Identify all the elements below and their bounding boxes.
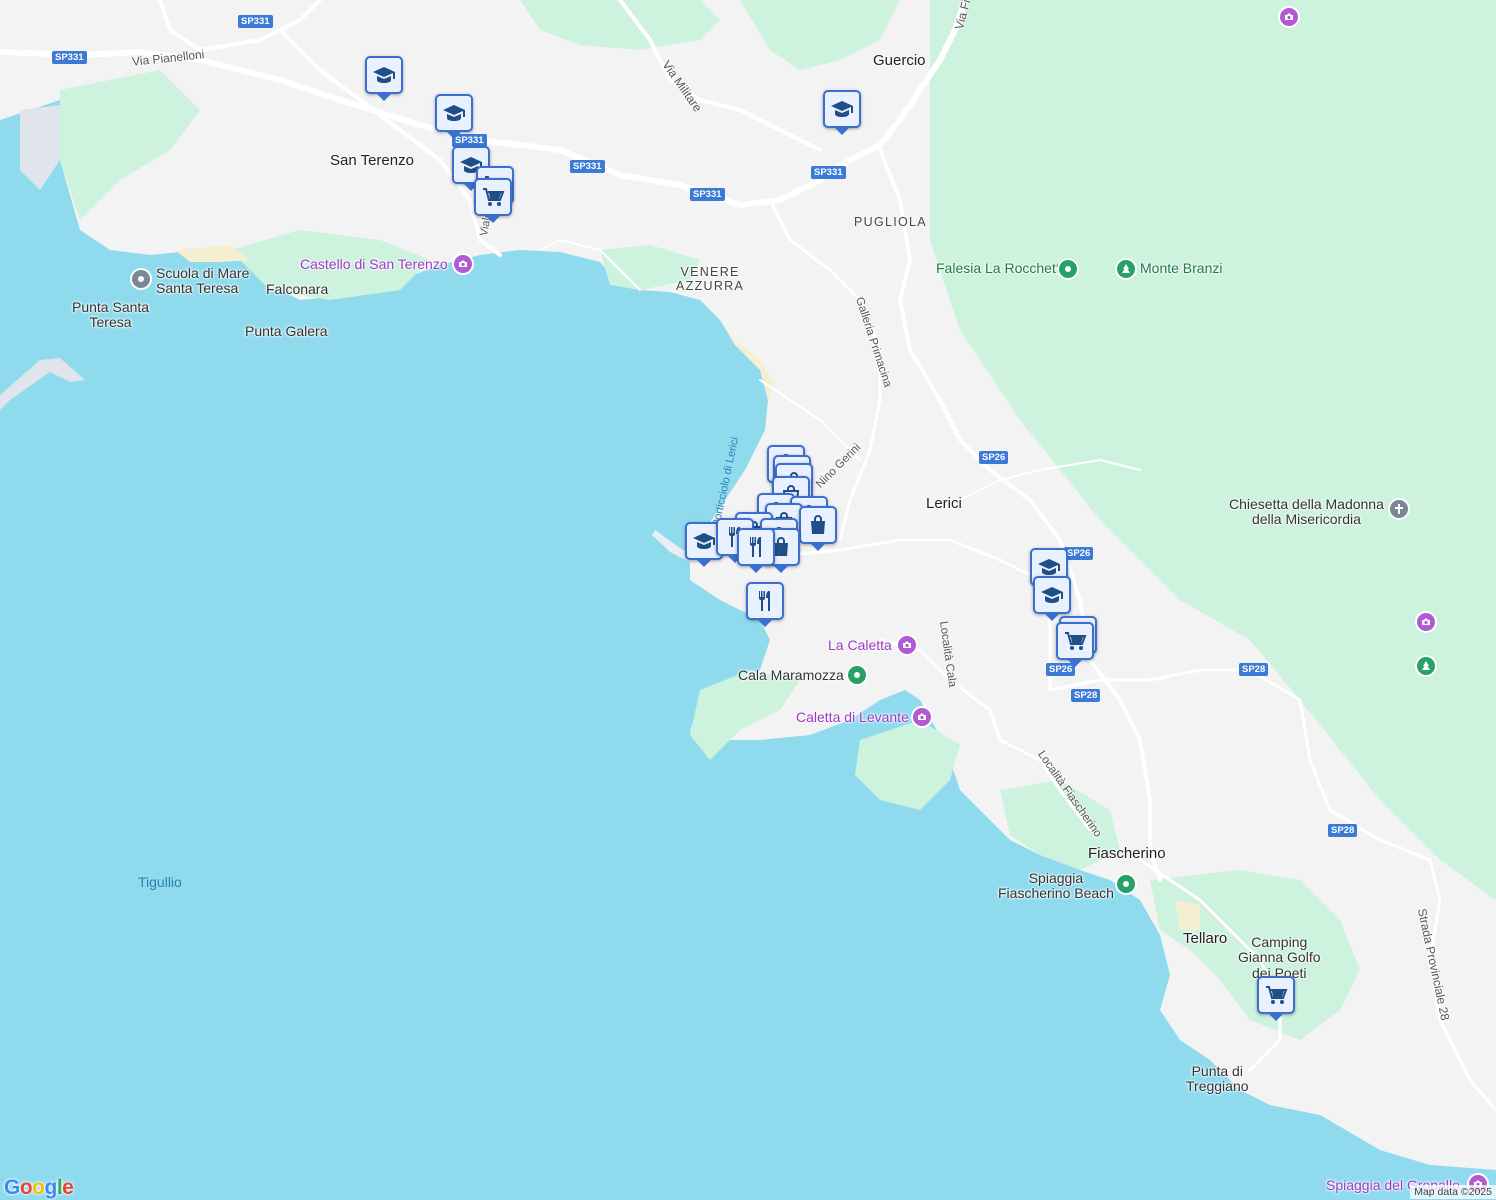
shop-marker[interactable] (1257, 976, 1295, 1021)
graduation-cap-icon (373, 67, 395, 83)
restaurant-marker[interactable] (746, 582, 784, 627)
route-shield-sp28: SP28 (1239, 663, 1269, 676)
school-marker[interactable] (823, 90, 861, 135)
camera-icon[interactable] (454, 255, 472, 273)
route-shield-sp28: SP28 (1328, 824, 1358, 837)
poi-label-la-caletta[interactable]: La Caletta (828, 637, 892, 653)
place-label-lerici: Lerici (926, 495, 962, 512)
restaurant-marker[interactable] (737, 528, 775, 573)
camera-icon[interactable] (1417, 613, 1435, 631)
place-label-pugliola: PUGLIOLA (854, 215, 927, 229)
school-marker[interactable] (435, 94, 473, 139)
climbing-icon[interactable] (1059, 260, 1077, 278)
place-label-guercio: Guercio (873, 52, 926, 69)
shopping-bag-marker[interactable] (799, 506, 837, 551)
graduation-cap-icon (443, 105, 465, 121)
poi-label-camping[interactable]: Camping Gianna Golfo dei Poeti (1238, 934, 1321, 981)
route-shield-sp331: SP331 (52, 51, 87, 64)
poi-label-spiaggia-fiascherino[interactable]: Spiaggia Fiascherino Beach (998, 870, 1114, 902)
park-north (520, 0, 720, 50)
shop-marker[interactable] (474, 178, 512, 223)
school-dot-icon[interactable] (132, 270, 150, 288)
graduation-cap-icon (1041, 587, 1063, 603)
beach-icon[interactable] (848, 666, 866, 684)
place-label-venere-azzurra: VENERE AZZURRA (676, 265, 745, 293)
fork-knife-icon (750, 537, 761, 557)
place-label-punta-santa-teresa: Punta Santa Teresa (72, 299, 150, 331)
poi-label-castello[interactable]: Castello di San Terenzo (300, 256, 448, 272)
church-icon[interactable] (1390, 500, 1408, 518)
fork-knife-icon (759, 591, 770, 611)
park-north-east (930, 0, 1496, 900)
camera-icon[interactable] (898, 636, 916, 654)
tree-icon[interactable] (1117, 260, 1135, 278)
park-west (60, 70, 200, 220)
route-shield-sp331: SP331 (811, 166, 846, 179)
route-shield-sp331: SP331 (570, 160, 605, 173)
water-label-tigullio: Tigullio (138, 874, 182, 890)
tree-icon[interactable] (1417, 657, 1435, 675)
place-label-falconara: Falconara (266, 281, 329, 297)
camera-icon[interactable] (913, 708, 931, 726)
route-shield-sp331: SP331 (238, 15, 273, 28)
graduation-cap-icon (693, 533, 715, 549)
cart-icon (1065, 632, 1087, 650)
poi-label-caletta-di-levante[interactable]: Caletta di Levante (796, 709, 909, 725)
place-label-fiascherino: Fiascherino (1088, 845, 1166, 862)
poi-label-scuola-di-mare[interactable]: Scuola di Mare Santa Teresa (156, 265, 249, 297)
poi-label-falesia[interactable]: Falesia La Rocchetta (936, 260, 1068, 276)
place-label-san-terenzo: San Terenzo (330, 152, 414, 169)
map-attribution: Map data ©2025 (1410, 1185, 1496, 1199)
camera-icon[interactable] (1280, 8, 1298, 26)
graduation-cap-icon (831, 101, 853, 117)
beach-icon[interactable] (1117, 875, 1135, 893)
school-marker[interactable] (365, 56, 403, 101)
place-label-punta-di-treggiano: Punta di Treggiano (1186, 1063, 1249, 1095)
route-shield-sp28: SP28 (1071, 689, 1101, 702)
route-shield-sp331: SP331 (690, 188, 725, 201)
google-logo: Google (4, 1176, 74, 1199)
place-label-punta-galera: Punta Galera (245, 323, 328, 339)
school-marker[interactable] (1033, 576, 1071, 621)
place-label-tellaro: Tellaro (1183, 930, 1228, 947)
cart-icon (483, 188, 505, 206)
poi-label-monte-branzi[interactable]: Monte Branzi (1140, 260, 1222, 276)
place-label-cala-maramozza: Cala Maramozza (738, 667, 844, 683)
map-canvas[interactable]: SP331 SP331 SP331 SP331 SP331 SP26 SP26 … (0, 0, 1496, 1200)
route-shield-sp26: SP26 (1064, 547, 1094, 560)
cart-icon (1266, 986, 1288, 1004)
route-shield-sp26: SP26 (979, 451, 1009, 464)
shopping-bag-icon (811, 515, 825, 534)
shop-marker[interactable] (1056, 622, 1094, 667)
poi-label-chiesetta[interactable]: Chiesetta della Madonna della Misericord… (1229, 496, 1384, 528)
